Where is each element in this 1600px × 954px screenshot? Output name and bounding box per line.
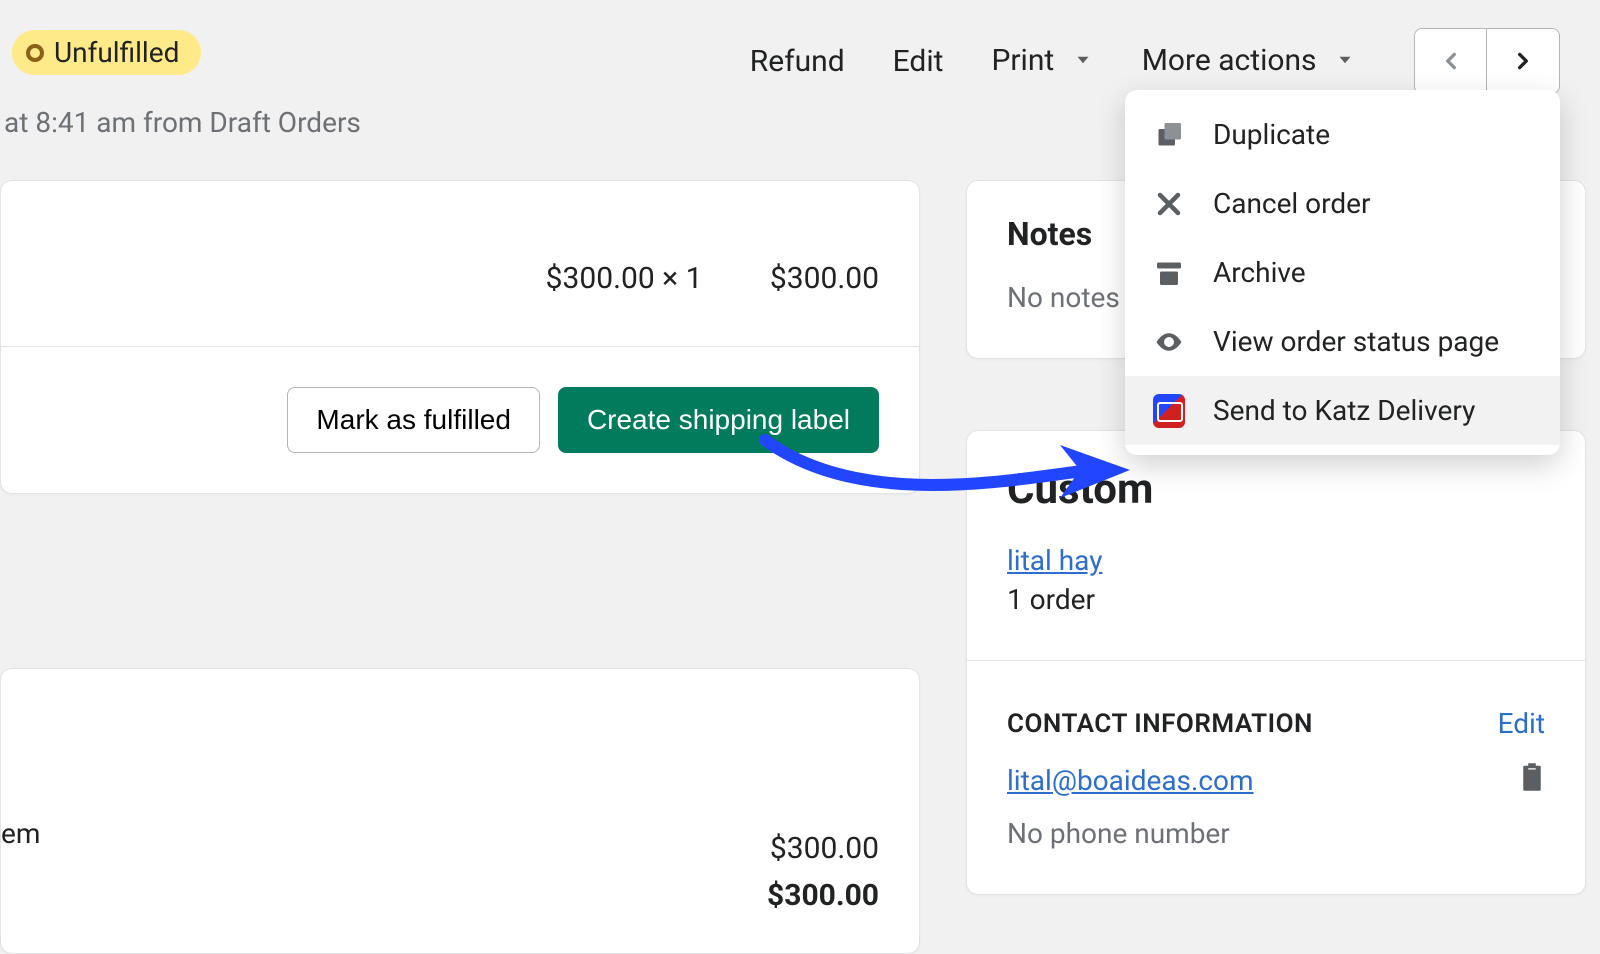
- contact-info-label: CONTACT INFORMATION: [1007, 709, 1313, 739]
- line-total: $300.00: [770, 261, 879, 296]
- no-phone-text: No phone number: [1007, 817, 1545, 850]
- order-nav-buttons: [1414, 28, 1560, 94]
- next-order-button[interactable]: [1487, 29, 1559, 93]
- payment-summary-card: em $300.00 $300.00: [0, 668, 920, 954]
- eye-icon: [1153, 326, 1185, 358]
- clipboard-icon[interactable]: [1519, 762, 1545, 799]
- katz-delivery-icon: [1153, 395, 1185, 427]
- refund-button[interactable]: Refund: [750, 44, 845, 79]
- dropdown-item-label: Send to Katz Delivery: [1213, 394, 1475, 427]
- customer-email-link[interactable]: lital@boaideas.com: [1007, 764, 1254, 797]
- caret-down-icon: [1334, 44, 1356, 79]
- order-context-line: at 8:41 am from Draft Orders: [4, 106, 361, 139]
- more-actions-dropdown: Duplicate Cancel order Archive View orde…: [1125, 90, 1560, 455]
- dropdown-item-duplicate[interactable]: Duplicate: [1125, 100, 1560, 169]
- status-ring-icon: [26, 44, 44, 62]
- divider: [967, 660, 1585, 661]
- edit-contact-button[interactable]: Edit: [1498, 707, 1545, 740]
- header-actions: Refund Edit Print More actions: [750, 28, 1560, 94]
- dropdown-item-view-status[interactable]: View order status page: [1125, 307, 1560, 376]
- more-actions-label: More actions: [1142, 43, 1317, 78]
- dropdown-item-label: Cancel order: [1213, 187, 1371, 220]
- status-badge-unfulfilled: Unfulfilled: [12, 30, 201, 75]
- dropdown-item-label: View order status page: [1213, 325, 1499, 358]
- customer-name-link[interactable]: lital hay: [1007, 544, 1102, 577]
- more-actions-button[interactable]: More actions: [1142, 43, 1356, 80]
- total-amount: $300.00: [1, 878, 879, 913]
- caret-down-icon: [1072, 44, 1094, 79]
- dropdown-item-archive[interactable]: Archive: [1125, 238, 1560, 307]
- truncated-text: em: [1, 817, 40, 850]
- status-badge-label: Unfulfilled: [54, 36, 179, 69]
- dropdown-item-cancel-order[interactable]: Cancel order: [1125, 169, 1560, 238]
- edit-order-button[interactable]: Edit: [893, 44, 944, 79]
- close-icon: [1153, 188, 1185, 220]
- dropdown-item-send-katz[interactable]: Send to Katz Delivery: [1125, 376, 1560, 445]
- print-label: Print: [991, 43, 1054, 78]
- prev-order-button[interactable]: [1415, 29, 1487, 93]
- duplicate-icon: [1153, 119, 1185, 151]
- print-button[interactable]: Print: [991, 43, 1093, 80]
- line-unit-price: $300.00 × 1: [546, 261, 703, 296]
- subtotal-amount: $300.00: [1, 831, 879, 866]
- annotation-arrow: [760, 420, 1130, 490]
- customer-order-count: 1 order: [1007, 583, 1545, 616]
- mark-as-fulfilled-button[interactable]: Mark as fulfilled: [287, 387, 540, 453]
- dropdown-item-label: Archive: [1213, 256, 1306, 289]
- archive-icon: [1153, 257, 1185, 289]
- dropdown-item-label: Duplicate: [1213, 118, 1330, 151]
